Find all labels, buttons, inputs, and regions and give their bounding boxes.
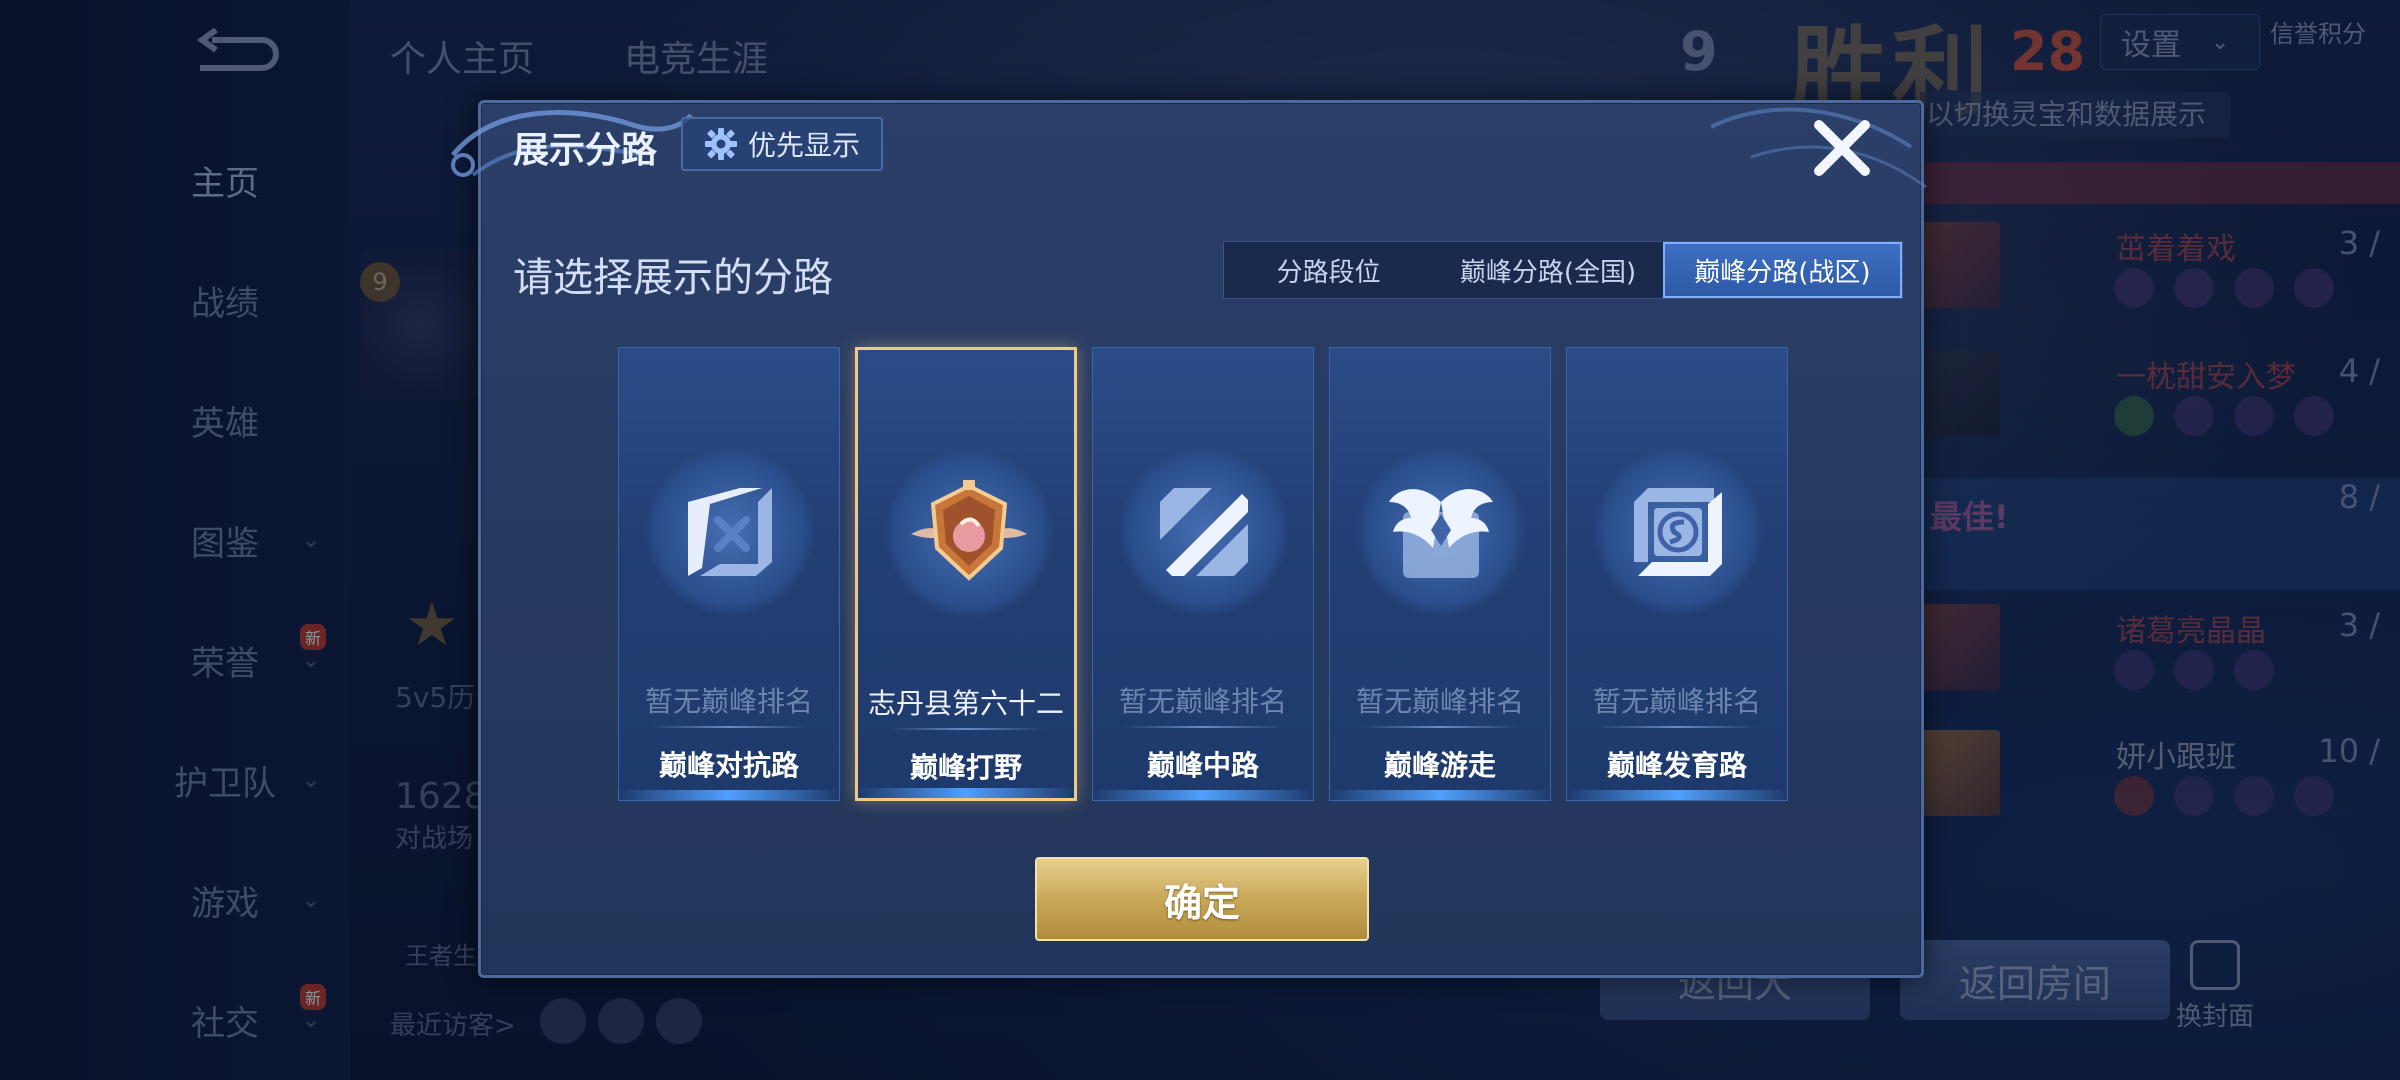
lane-card-farm[interactable]: 暂无巅峰排名 巅峰发育路: [1566, 347, 1788, 801]
card-rank: 暂无巅峰排名: [1592, 685, 1761, 718]
lane-display-dialog: 展示分路 优先显示 请选择展示的分路 分路段位 巅峰分路(全国) 巅峰分路(战区…: [451, 100, 1927, 978]
mid-lane-icon: [1160, 488, 1248, 576]
tab-peak-national[interactable]: 巅峰分路(全国): [1433, 242, 1662, 298]
clash-lane-icon: [688, 488, 772, 576]
card-rank: 暂无巅峰排名: [1355, 685, 1524, 718]
roam-wings-icon: [1389, 489, 1493, 578]
card-rank: 暂无巅峰排名: [1118, 685, 1287, 718]
close-icon[interactable]: [1807, 113, 1877, 183]
card-icon-bg: [885, 450, 1053, 618]
jungle-emblem-icon: [911, 480, 1027, 581]
card-label: 巅峰打野: [909, 751, 1022, 784]
card-icon-bg: [646, 448, 814, 616]
lane-card-roam[interactable]: 暂无巅峰排名 巅峰游走: [1329, 347, 1551, 801]
lane-cards: 暂无巅峰排名 巅峰对抗路 志丹县第六十二 巅峰打野 暂无巅峰排名 巅峰中路 暂无…: [618, 347, 1788, 801]
farm-lane-icon: [1634, 488, 1722, 576]
card-icon-bg: [1120, 448, 1288, 616]
lane-card-jungle[interactable]: 志丹县第六十二 巅峰打野: [855, 347, 1077, 801]
priority-display-label: 优先显示: [747, 129, 860, 162]
divider: [1123, 726, 1283, 728]
card-label: 巅峰发育路: [1606, 749, 1747, 782]
dialog-title: 展示分路: [513, 130, 658, 171]
lane-card-mid[interactable]: 暂无巅峰排名 巅峰中路: [1092, 347, 1314, 801]
tab-lane-rank[interactable]: 分路段位: [1224, 242, 1433, 298]
card-icon-bg: [1357, 448, 1525, 616]
divider: [649, 726, 809, 728]
segment-control: 分路段位 巅峰分路(全国) 巅峰分路(战区): [1223, 241, 1903, 299]
card-rank: 暂无巅峰排名: [644, 685, 813, 718]
tab-peak-region[interactable]: 巅峰分路(战区): [1662, 242, 1902, 298]
card-icon-bg: [1594, 448, 1762, 616]
gear-icon: [704, 128, 737, 160]
confirm-label: 确定: [1163, 880, 1240, 925]
lane-card-clash[interactable]: 暂无巅峰排名 巅峰对抗路: [618, 347, 840, 801]
card-label: 巅峰游走: [1383, 749, 1496, 782]
divider: [888, 728, 1044, 730]
card-label: 巅峰中路: [1146, 749, 1259, 782]
dialog-subtitle: 请选择展示的分路: [513, 255, 833, 301]
divider: [1360, 726, 1520, 728]
priority-display-button[interactable]: 优先显示: [681, 117, 883, 171]
card-label: 巅峰对抗路: [658, 749, 799, 782]
card-rank: 志丹县第六十二: [867, 687, 1064, 720]
confirm-button[interactable]: 确定: [1035, 857, 1369, 941]
divider: [1597, 726, 1757, 728]
